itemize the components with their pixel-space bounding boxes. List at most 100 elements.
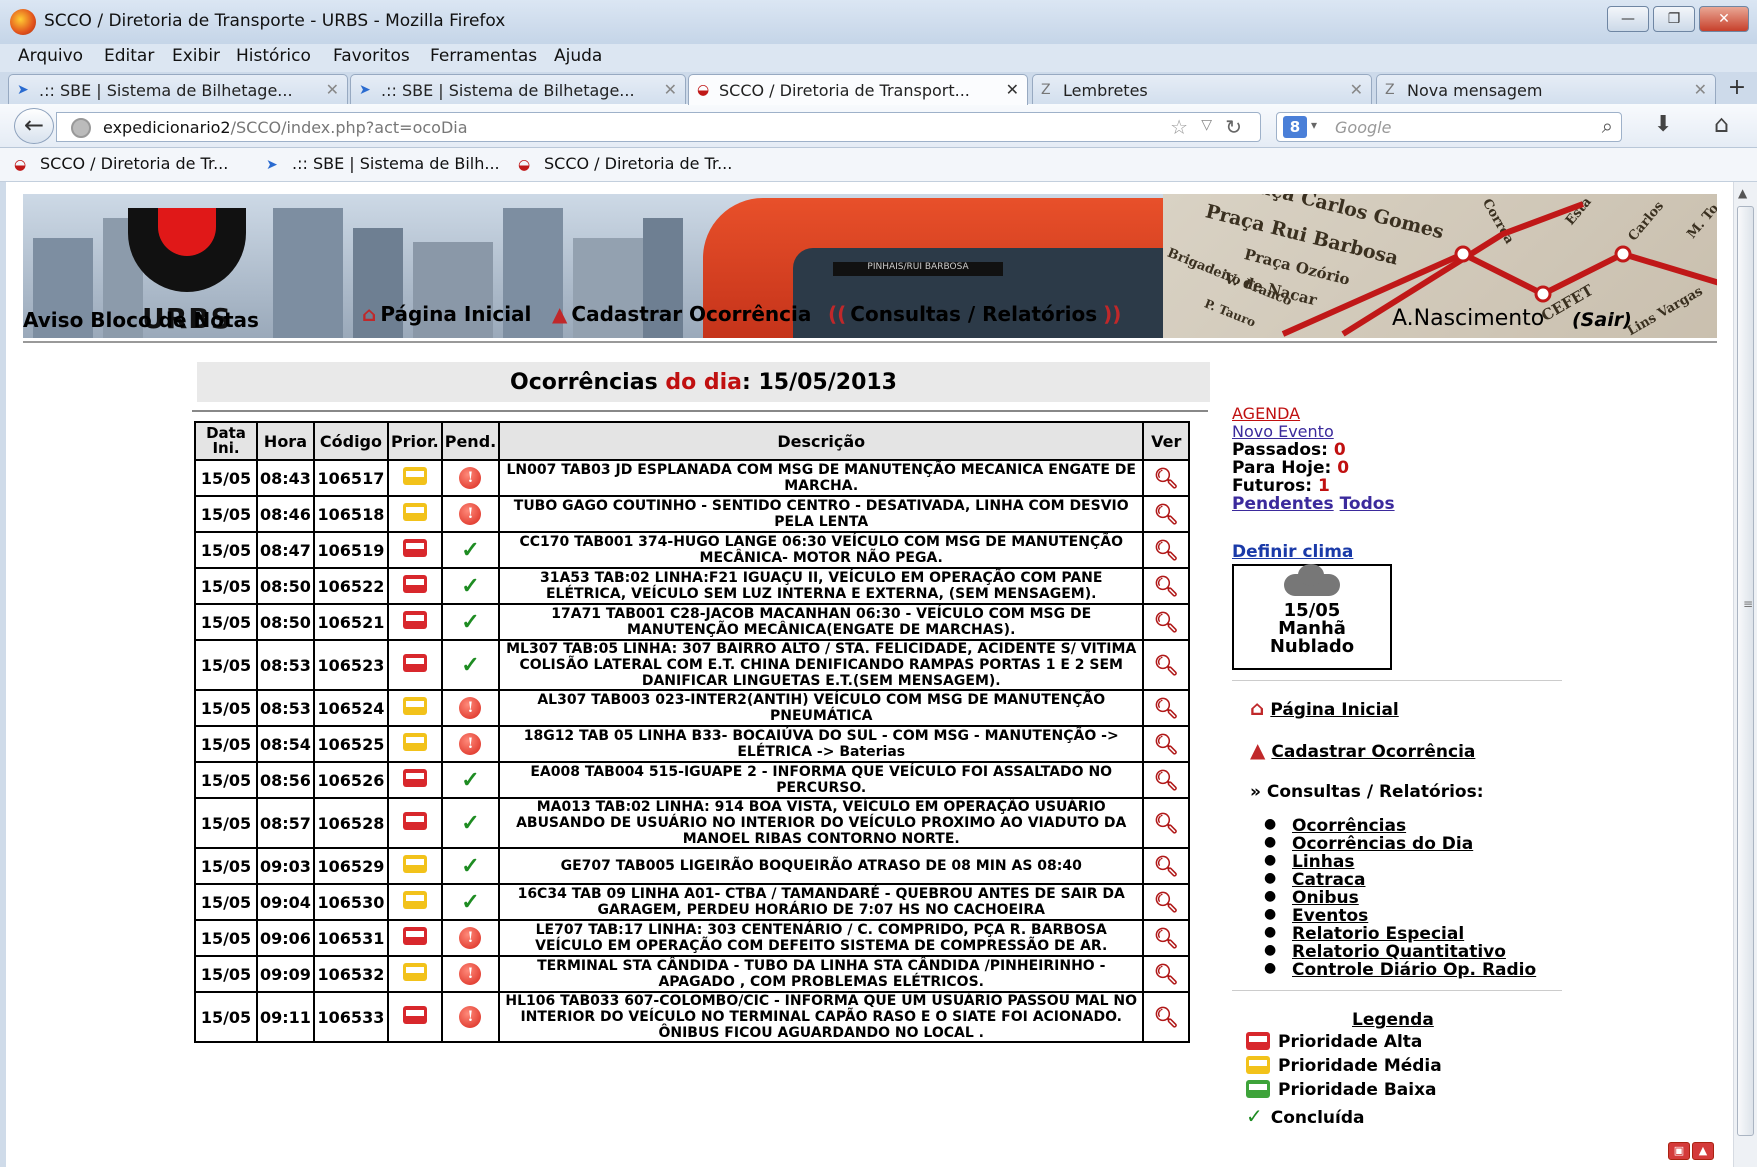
back-button[interactable]: ← [14, 108, 54, 144]
row-view[interactable]: 🔍︎ [1142, 567, 1191, 605]
bookmark-scco-1[interactable]: ◒ SCCO / Diretoria de Tr... [14, 154, 228, 173]
magnifier-icon[interactable]: 🔍︎ [1154, 1005, 1179, 1029]
pendentes-link[interactable]: Pendentes [1232, 494, 1334, 514]
menu-item-controle-diario[interactable]: Controle Diário Op. Radio [1264, 960, 1536, 980]
magnifier-icon[interactable]: 🔍︎ [1154, 890, 1179, 914]
magnifier-icon[interactable]: 🔍︎ [1154, 610, 1179, 634]
restore-icon[interactable]: ▣ [1668, 1142, 1690, 1160]
firefox-icon[interactable] [10, 9, 36, 35]
vertical-scrollbar[interactable]: ▲ ≡ [1733, 182, 1757, 1167]
tab-close-icon[interactable]: ✕ [1694, 80, 1707, 99]
search-engine-icon[interactable]: 8 [1283, 116, 1307, 138]
chevron-down-icon[interactable]: ▽ [1201, 117, 1212, 133]
logout-link[interactable]: (Sair) [1572, 309, 1632, 331]
menu-item-ocorrencias-dia[interactable]: Ocorrências do Dia [1264, 834, 1473, 854]
magnifier-icon[interactable]: 🔍︎ [1154, 962, 1179, 986]
nav-pagina-inicial[interactable]: ⌂ Página Inicial [362, 302, 531, 326]
tab-sbe-1[interactable]: ➤ .:: SBE | Sistema de Bilhetage... ✕ [8, 74, 348, 104]
close-button[interactable]: ✕ [1699, 6, 1749, 32]
menu-item-relatorio-quantitativo[interactable]: Relatorio Quantitativo [1264, 942, 1506, 962]
menu-arquivo[interactable]: Arquivo [18, 46, 83, 66]
menu-item-relatorio-especial[interactable]: Relatorio Especial [1264, 924, 1464, 944]
definir-clima-link[interactable]: Definir clima [1232, 542, 1353, 562]
row-view[interactable]: 🔍︎ [1142, 761, 1191, 799]
row-view[interactable]: 🔍︎ [1142, 495, 1191, 533]
bookmark-star-icon[interactable]: ☆ [1170, 115, 1188, 139]
menu-item-eventos[interactable]: Eventos [1264, 906, 1368, 926]
magnifier-icon[interactable]: 🔍︎ [1154, 926, 1179, 950]
row-view[interactable]: 🔍︎ [1142, 955, 1191, 993]
download-icon[interactable]: ⬇ [1654, 112, 1672, 137]
tab-nova-mensagem[interactable]: Z Nova mensagem ✕ [1376, 74, 1716, 104]
tab-close-icon[interactable]: ✕ [1350, 80, 1363, 99]
col-hora[interactable]: Hora [256, 421, 315, 461]
bookmark-scco-2[interactable]: ◒ SCCO / Diretoria de Tr... [518, 154, 732, 173]
home-icon[interactable]: ⌂ [1714, 110, 1729, 138]
row-view[interactable]: 🔍︎ [1142, 603, 1191, 641]
menu-editar[interactable]: Editar [104, 46, 154, 66]
row-view[interactable]: 🔍︎ [1142, 725, 1191, 763]
magnifier-icon[interactable]: 🔍︎ [1154, 538, 1179, 562]
magnifier-icon[interactable]: 🔍︎ [1154, 854, 1179, 878]
menu-favoritos[interactable]: Favoritos [333, 46, 410, 66]
row-view[interactable]: 🔍︎ [1142, 531, 1191, 569]
scroll-thumb[interactable]: ≡ [1737, 206, 1754, 1136]
scroll-up-icon[interactable]: ▲ [1738, 186, 1747, 200]
row-view[interactable]: 🔍︎ [1142, 883, 1191, 921]
url-bar[interactable]: expedicionario2/SCCO/index.php?act=ocoDi… [56, 112, 1261, 142]
agenda-title[interactable]: AGENDA [1232, 404, 1300, 423]
col-ver[interactable]: Ver [1142, 421, 1191, 461]
magnifier-icon[interactable]: 🔍︎ [1154, 811, 1179, 835]
magnifier-icon[interactable]: 🔍︎ [1154, 466, 1179, 490]
row-view[interactable]: 🔍︎ [1142, 919, 1191, 957]
chevron-down-icon[interactable]: ▾ [1311, 118, 1317, 132]
magnifier-icon[interactable]: 🔍︎ [1154, 502, 1179, 526]
magnifier-icon[interactable]: 🔍︎ [1154, 574, 1179, 598]
collapse-icon[interactable]: ▲ [1692, 1142, 1714, 1160]
col-prior[interactable]: Prior. [386, 421, 443, 461]
magnifier-icon[interactable]: 🔍︎ [1154, 732, 1179, 756]
menu-item-ocorrencias[interactable]: Ocorrências [1264, 816, 1406, 836]
minimize-button[interactable]: — [1607, 6, 1649, 32]
col-descricao[interactable]: Descrição [498, 421, 1145, 461]
magnifier-icon[interactable]: 🔍︎ [1154, 653, 1179, 677]
nav-consultas-relatorios[interactable]: ((Consultas / Relatórios)) [828, 302, 1125, 326]
side-cadastrar-ocorrencia[interactable]: ▲ Cadastrar Ocorrência [1250, 738, 1475, 762]
search-bar[interactable]: 8 ▾ Google ⌕ [1276, 112, 1622, 142]
menu-ferramentas[interactable]: Ferramentas [430, 46, 537, 66]
row-view[interactable]: 🔍︎ [1142, 797, 1191, 849]
row-view[interactable]: 🔍︎ [1142, 689, 1191, 727]
menu-item-onibus[interactable]: Onibus [1264, 888, 1359, 908]
magnifier-icon[interactable]: 🔍︎ [1154, 696, 1179, 720]
col-data[interactable]: Data Ini. [194, 421, 258, 461]
search-icon[interactable]: ⌕ [1602, 114, 1613, 138]
tab-sbe-2[interactable]: ➤ .:: SBE | Sistema de Bilhetage... ✕ [350, 74, 686, 104]
todos-link[interactable]: Todos [1340, 494, 1395, 514]
maximize-button[interactable]: ❐ [1653, 6, 1695, 32]
aviso-bloco-notas-link[interactable]: Aviso Bloco de Notas [23, 308, 259, 332]
col-codigo[interactable]: Código [312, 421, 389, 461]
tab-scco-active[interactable]: ◒ SCCO / Diretoria de Transport... ✕ [688, 74, 1028, 105]
row-view[interactable]: 🔍︎ [1142, 991, 1191, 1043]
row-view[interactable]: 🔍︎ [1142, 459, 1191, 497]
menu-exibir[interactable]: Exibir [172, 46, 220, 66]
tab-close-icon[interactable]: ✕ [326, 80, 339, 99]
menu-item-catraca[interactable]: Catraca [1264, 870, 1366, 890]
tab-close-icon[interactable]: ✕ [1006, 80, 1019, 99]
tab-lembretes[interactable]: Z Lembretes ✕ [1032, 74, 1372, 104]
new-tab-button[interactable]: + [1723, 76, 1751, 102]
menu-item-linhas[interactable]: Linhas [1264, 852, 1355, 872]
novo-evento-link[interactable]: Novo Evento [1232, 422, 1334, 441]
nav-cadastrar-ocorrencia[interactable]: ▲ Cadastrar Ocorrência [552, 302, 811, 326]
tab-close-icon[interactable]: ✕ [664, 80, 677, 99]
bookmark-sbe[interactable]: ➤.:: SBE | Sistema de Bilh... [266, 154, 500, 173]
urbs-icon: ◒ [14, 157, 27, 173]
col-pend[interactable]: Pend. [440, 421, 501, 461]
row-view[interactable]: 🔍︎ [1142, 639, 1191, 691]
row-view[interactable]: 🔍︎ [1142, 847, 1191, 885]
side-pagina-inicial[interactable]: ⌂ Página Inicial [1250, 696, 1399, 720]
magnifier-icon[interactable]: 🔍︎ [1154, 768, 1179, 792]
reload-icon[interactable]: ↻ [1225, 115, 1242, 139]
menu-ajuda[interactable]: Ajuda [554, 46, 602, 66]
menu-historico[interactable]: Histórico [236, 46, 311, 66]
